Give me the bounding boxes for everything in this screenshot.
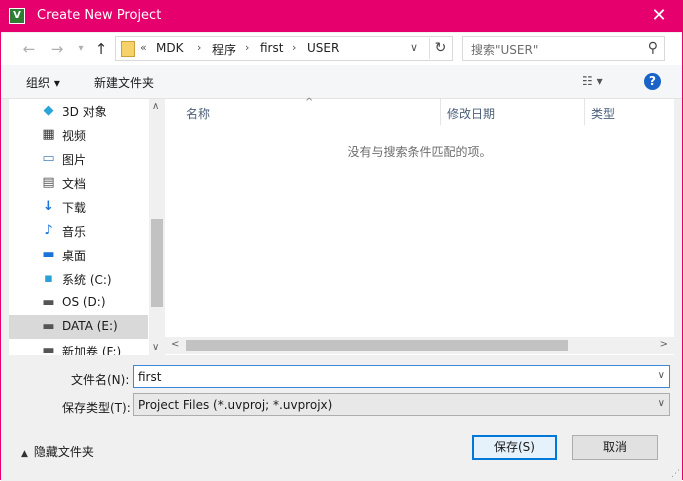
picture-icon: ▭ [42, 151, 55, 166]
save-button[interactable]: 保存(S) [472, 435, 557, 460]
sidebar-item-label: 下载 [62, 201, 87, 215]
resize-grip-icon[interactable]: ⋰ [671, 469, 680, 479]
cancel-button[interactable]: 取消 [572, 435, 658, 460]
document-icon: ▤ [42, 175, 55, 190]
new-folder-button[interactable]: 新建文件夹 [94, 74, 154, 91]
column-header-label: 修改日期 [447, 107, 496, 121]
column-header-label: 名称 [186, 107, 211, 121]
help-icon[interactable]: ? [644, 73, 661, 90]
keil-app-icon: V [9, 8, 25, 24]
sidebar-item-music[interactable]: ♪ 音乐 [9, 219, 148, 243]
filetype-select[interactable]: Project Files (*.uvproj; *.uvprojx) ∨ [133, 393, 670, 416]
music-icon: ♪ [44, 223, 53, 238]
file-list: ^ 名称 修改日期 类型 没有与搜索条件匹配的项。 < > [165, 97, 674, 355]
sidebar-item-drive-f[interactable]: ▬ 新加卷 (F:) [9, 339, 148, 356]
filename-value: first [138, 370, 162, 384]
folder-icon [121, 41, 135, 57]
hide-folders-label: 隐藏文件夹 [33, 445, 94, 459]
drive-icon: ▬ [42, 295, 55, 310]
breadcrumb-overflow[interactable]: « [140, 41, 147, 54]
cube-icon: ◆ [43, 103, 54, 118]
search-icon[interactable]: ⚲ [648, 40, 658, 56]
address-bar[interactable]: « MDK › 程序 › first › USER ∨ ↻ [115, 36, 453, 61]
desktop-icon: ▬ [42, 247, 55, 262]
forward-arrow-icon[interactable]: → [47, 39, 67, 59]
sidebar-item-label: 3D 对象 [62, 105, 107, 119]
hide-folders-toggle[interactable]: ▲ 隐藏文件夹 [21, 443, 94, 460]
scroll-up-icon[interactable]: ∧ [152, 101, 159, 112]
sidebar-item-label: 新加卷 (F:) [62, 345, 122, 355]
organize-button[interactable]: 组织 ▾ [26, 74, 60, 91]
column-header-label: 类型 [591, 107, 616, 121]
column-header-name[interactable]: 名称 [165, 99, 441, 125]
breadcrumb-separator-icon[interactable]: › [245, 41, 249, 54]
sidebar-item-label: 文档 [62, 177, 87, 191]
filetype-value: Project Files (*.uvproj; *.uvprojx) [138, 398, 333, 412]
sidebar-item-pictures[interactable]: ▭ 图片 [9, 147, 148, 171]
scroll-left-icon[interactable]: < [171, 339, 179, 350]
column-header-date[interactable]: 修改日期 [426, 99, 570, 125]
chevron-down-icon[interactable]: ∨ [658, 370, 665, 381]
sidebar-item-label: 视频 [62, 129, 87, 143]
scroll-down-icon[interactable]: ∨ [152, 342, 159, 353]
sidebar-scrollbar[interactable]: ∧ ∨ [149, 99, 165, 355]
sidebar-item-documents[interactable]: ▤ 文档 [9, 171, 148, 195]
breadcrumb-chengxu[interactable]: 程序 [212, 41, 236, 58]
drive-icon: ▬ [42, 343, 55, 356]
search-box[interactable]: 搜索"USER" ⚲ [462, 36, 665, 61]
breadcrumb-first[interactable]: first [260, 41, 283, 55]
sidebar-item-videos[interactable]: ▦ 视频 [9, 123, 148, 147]
view-options-icon[interactable]: ☷ ▾ [582, 74, 603, 88]
empty-results-message: 没有与搜索条件匹配的项。 [347, 145, 492, 159]
chevron-down-icon[interactable]: ∨ [658, 398, 665, 409]
sidebar-item-label: 系统 (C:) [62, 273, 112, 287]
sidebar-item-label: OS (D:) [62, 295, 106, 309]
title-bar: V Create New Project ✕ [1, 1, 682, 32]
system-drive-icon: ▪ [44, 271, 53, 286]
refresh-icon[interactable]: ↻ [429, 38, 451, 59]
sidebar-item-label: DATA (E:) [62, 319, 118, 333]
navigation-pane: ◆ 3D 对象 ▦ 视频 ▭ 图片 ▤ 文档 ↓ 下载 ♪ 音乐 ▬ 桌面 ▪ [9, 99, 165, 355]
sidebar-item-downloads[interactable]: ↓ 下载 [9, 195, 148, 219]
back-arrow-icon[interactable]: ← [19, 39, 39, 59]
column-header-type[interactable]: 类型 [570, 99, 674, 125]
filename-field[interactable]: first ∨ [133, 365, 670, 388]
scrollbar-thumb[interactable] [186, 340, 568, 351]
up-arrow-icon[interactable]: ↑ [91, 39, 111, 59]
command-toolbar: 组织 ▾ 新建文件夹 ☷ ▾ ? [1, 65, 682, 99]
sidebar-item-drive-e[interactable]: ▬ DATA (E:) [9, 315, 148, 339]
sidebar-item-drive-d[interactable]: ▬ OS (D:) [9, 291, 148, 315]
close-icon[interactable]: ✕ [636, 1, 682, 32]
drive-icon: ▬ [42, 319, 55, 334]
save-dialog-window: V Create New Project ✕ ← → ▾ ↑ « MDK › 程… [0, 0, 683, 481]
filetype-label: 保存类型(T): [62, 401, 131, 415]
sidebar-item-3d-objects[interactable]: ◆ 3D 对象 [9, 99, 148, 123]
video-icon: ▦ [42, 127, 55, 142]
breadcrumb-separator-icon[interactable]: › [197, 41, 201, 54]
scroll-right-icon[interactable]: > [660, 339, 668, 350]
recent-locations-chevron-icon[interactable]: ▾ [71, 39, 91, 59]
sidebar-item-drive-c[interactable]: ▪ 系统 (C:) [9, 267, 148, 291]
navigation-bar: ← → ▾ ↑ « MDK › 程序 › first › USER ∨ ↻ 搜索… [1, 33, 682, 65]
save-form: 文件名(N): first ∨ 保存类型(T): Project Files (… [1, 356, 682, 481]
sidebar-item-label: 桌面 [62, 249, 87, 263]
sidebar-item-desktop[interactable]: ▬ 桌面 [9, 243, 148, 267]
breadcrumb-separator-icon[interactable]: › [292, 41, 296, 54]
window-title: Create New Project [37, 8, 162, 23]
download-icon: ↓ [43, 199, 54, 214]
breadcrumb-user[interactable]: USER [307, 41, 339, 55]
scrollbar-thumb[interactable] [151, 219, 163, 307]
address-dropdown-icon[interactable]: ∨ [410, 41, 418, 54]
search-placeholder: 搜索"USER" [471, 43, 539, 57]
file-list-horizontal-scrollbar[interactable]: < > [165, 337, 674, 354]
sidebar-item-label: 图片 [62, 153, 87, 167]
sidebar-item-label: 音乐 [62, 225, 87, 239]
breadcrumb-mdk[interactable]: MDK [156, 41, 183, 55]
filename-label: 文件名(N): [71, 373, 130, 387]
chevron-up-icon: ▲ [21, 449, 28, 459]
